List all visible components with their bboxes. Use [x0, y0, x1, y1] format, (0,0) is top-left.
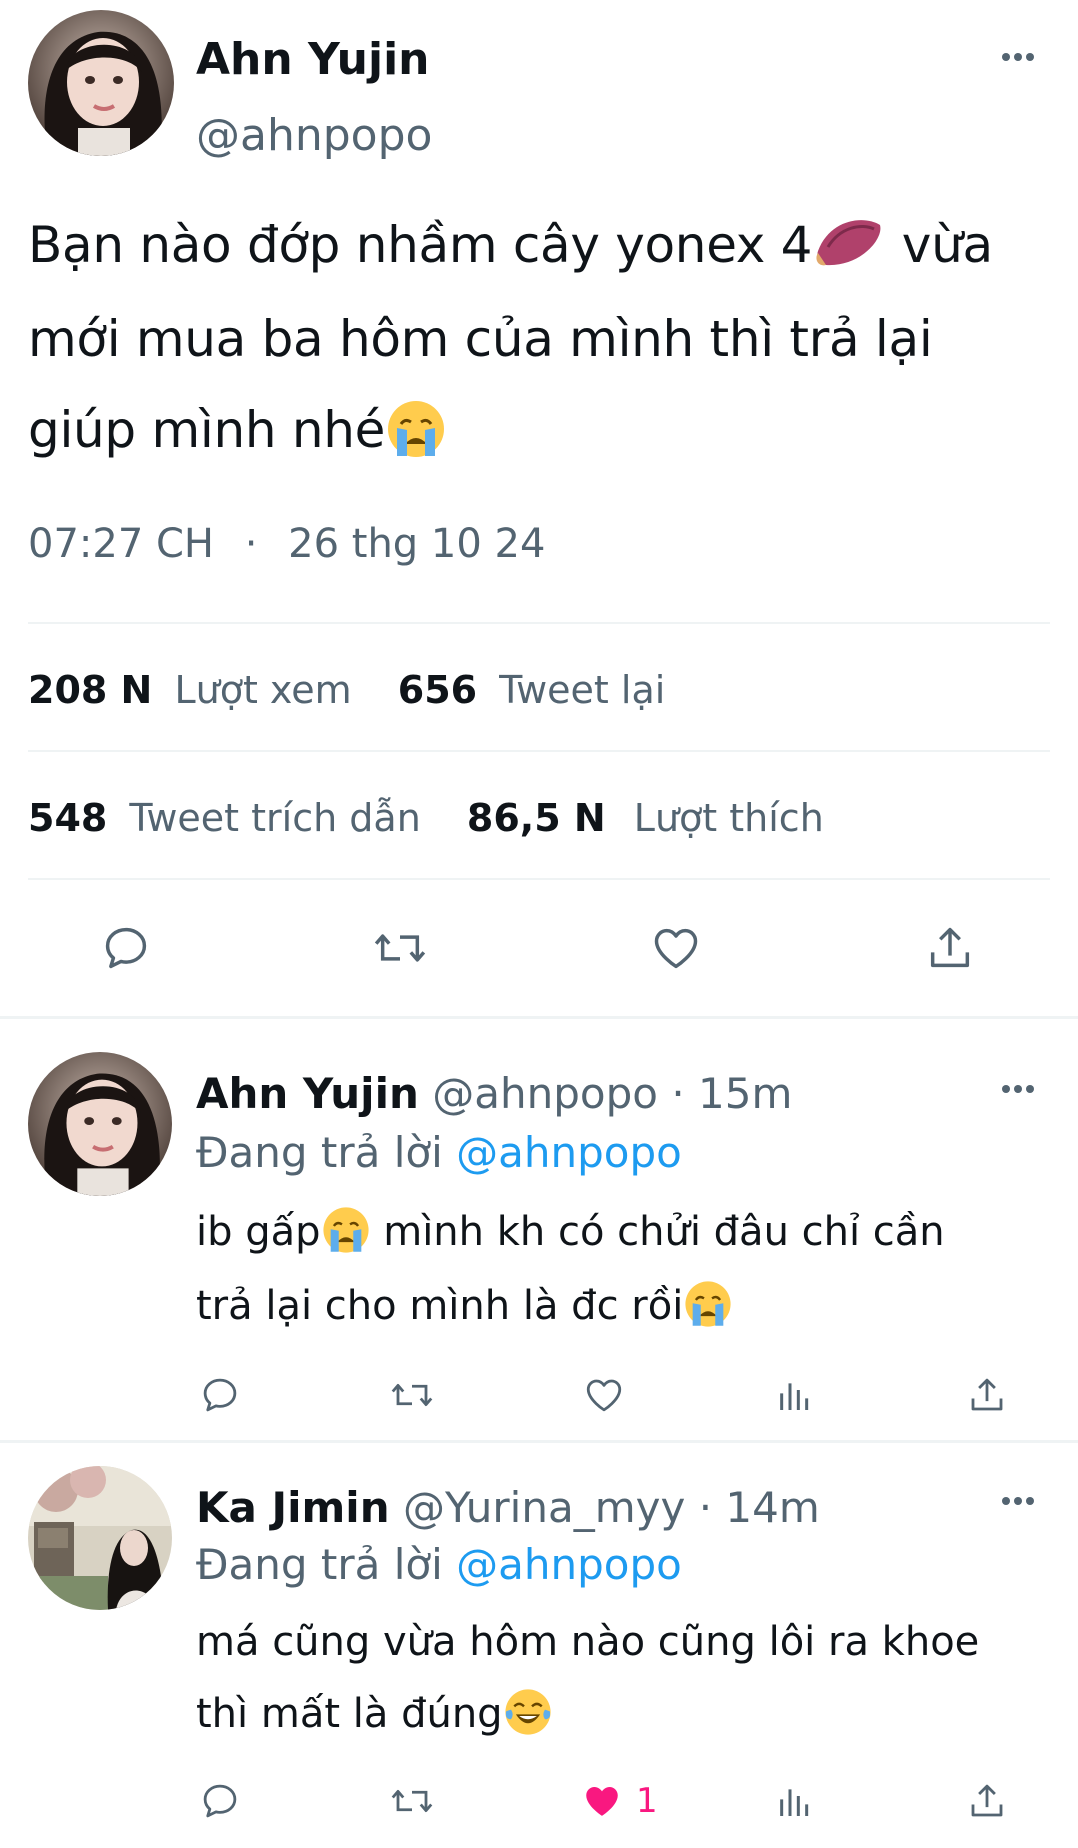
reply-text-line2: thì mất là đúng	[196, 1691, 503, 1737]
share-icon	[971, 1784, 1003, 1817]
analytics-icon	[780, 1383, 809, 1410]
more-icon	[1002, 53, 1034, 61]
stats-row: 548 Tweet trích dẫn 86,5 N Lượt thích	[28, 792, 824, 844]
reply-button[interactable]	[96, 918, 156, 978]
reply-button[interactable]	[196, 1372, 244, 1418]
crying-face-emoji	[321, 1198, 371, 1270]
analytics-icon	[780, 1789, 809, 1816]
divider	[28, 750, 1050, 752]
more-button[interactable]	[998, 1490, 1038, 1512]
reply-line: thì mất là đúng	[196, 1678, 1056, 1752]
reply-icon	[203, 1784, 237, 1818]
avatar[interactable]	[28, 1052, 172, 1196]
reply-text-line2: trả lại cho mình là đc rồi	[196, 1283, 684, 1329]
replying-to-prefix: Đang trả lời	[196, 1540, 443, 1589]
reply-text-line1: má cũng vừa hôm nào cũng lôi ra khoe	[196, 1619, 980, 1665]
heart-icon	[586, 1379, 622, 1412]
reply-text: ib gấp mình kh có chửi đâu chỉ cần trả l…	[196, 1196, 1056, 1344]
tweet-date: 26 thg 10 24	[288, 521, 546, 567]
views-stat[interactable]: 208 N Lượt xem	[28, 668, 364, 712]
views-button[interactable]	[772, 1778, 818, 1824]
tweet-line: giúp mình nhé	[28, 385, 1058, 479]
reply-time[interactable]: · 15m	[671, 1069, 792, 1118]
section-divider	[0, 1016, 1078, 1019]
author-handle[interactable]: @ahnpopo	[432, 1069, 658, 1118]
views-count: 208 N	[28, 668, 153, 712]
share-icon	[971, 1378, 1003, 1411]
likes-count: 86,5 N	[466, 796, 606, 840]
tweet-text-line3: giúp mình nhé	[28, 401, 386, 459]
like-button[interactable]	[646, 918, 706, 978]
divider	[28, 622, 1050, 624]
retweet-button[interactable]	[386, 1372, 438, 1418]
views-button[interactable]	[772, 1372, 818, 1418]
share-button[interactable]	[920, 918, 980, 978]
author-name[interactable]: Ka Jimin	[196, 1483, 390, 1532]
retweet-icon	[391, 1383, 433, 1407]
heart-icon	[654, 928, 698, 969]
crying-face-emoji	[683, 1272, 733, 1344]
separator-dot: ·	[244, 521, 258, 567]
crying-face-emoji	[385, 388, 447, 479]
quotes-stat[interactable]: 548 Tweet trích dẫn	[28, 796, 433, 840]
replying-to-handle[interactable]: @ahnpopo	[456, 1128, 682, 1177]
more-icon	[1002, 1497, 1034, 1505]
avatar[interactable]	[28, 1466, 172, 1610]
share-button[interactable]	[964, 1372, 1010, 1418]
tweet-text: Bạn nào đớp nhầm cây yonex 4 vừa mới mua…	[28, 200, 1058, 479]
reply-header: Ka Jimin @Yurina_myy · 14m	[196, 1478, 820, 1538]
more-button[interactable]	[998, 46, 1038, 68]
reply-text-line1b: mình kh có chửi đâu chỉ cần	[370, 1209, 945, 1255]
reply-text-line1a: ib gấp	[196, 1209, 321, 1255]
tweet-text-line1: Bạn nào đớp nhầm cây yonex 4	[28, 216, 813, 274]
retweets-count: 656	[397, 668, 478, 712]
tweet-time: 07:27 CH	[28, 521, 214, 567]
views-label: Lượt xem	[174, 668, 352, 712]
avatar[interactable]	[28, 10, 174, 156]
author-handle[interactable]: @Yurina_myy	[403, 1483, 685, 1532]
replying-to-handle[interactable]: @ahnpopo	[456, 1540, 682, 1589]
retweet-icon	[391, 1789, 433, 1813]
laughing-tears-emoji	[503, 1680, 553, 1752]
retweet-button[interactable]	[386, 1778, 438, 1824]
replying-to-prefix: Đang trả lời	[196, 1128, 443, 1177]
more-button[interactable]	[998, 1078, 1038, 1100]
reply-line: trả lại cho mình là đc rồi	[196, 1270, 1056, 1344]
author-handle[interactable]: @ahnpopo	[196, 106, 432, 166]
more-icon	[1002, 1085, 1034, 1093]
like-count: 1	[636, 1781, 658, 1821]
share-button[interactable]	[964, 1778, 1010, 1824]
like-button[interactable]: 1	[580, 1778, 670, 1824]
reply-time[interactable]: · 14m	[699, 1483, 820, 1532]
reply-icon	[203, 1378, 237, 1412]
stats-row: 208 N Lượt xem 656 Tweet lại	[28, 664, 665, 716]
tweet-text-line1-end: vừa	[886, 216, 993, 274]
tweet-timestamp[interactable]: 07:27 CH · 26 thg 10 24	[28, 516, 545, 572]
reply-button[interactable]	[196, 1778, 244, 1824]
reply-text: má cũng vừa hôm nào cũng lôi ra khoe thì…	[196, 1606, 1056, 1752]
tweet-line: Bạn nào đớp nhầm cây yonex 4 vừa	[28, 200, 1058, 294]
reply-header: Ahn Yujin @ahnpopo · 15m	[196, 1064, 792, 1124]
share-icon	[930, 927, 970, 968]
replying-to: Đang trả lời @ahnpopo	[196, 1536, 682, 1594]
retweet-icon	[374, 934, 426, 962]
author-name[interactable]: Ahn Yujin	[196, 1069, 419, 1118]
retweets-label: Tweet lại	[499, 668, 666, 712]
replying-to: Đang trả lời @ahnpopo	[196, 1124, 682, 1182]
quotes-count: 548	[28, 796, 108, 840]
reply-line: ib gấp mình kh có chửi đâu chỉ cần	[196, 1196, 1056, 1270]
divider	[28, 878, 1050, 880]
sweet-potato-emoji	[812, 203, 886, 294]
tweet-text-line2: mới mua ba hôm của mình thì trả lại	[28, 310, 933, 368]
reply-icon	[105, 927, 147, 969]
section-divider	[0, 1440, 1078, 1443]
author-name[interactable]: Ahn Yujin	[196, 30, 430, 90]
likes-stat[interactable]: 86,5 N Lượt thích	[467, 796, 824, 840]
heart-icon	[586, 1787, 618, 1816]
likes-label: Lượt thích	[633, 796, 824, 840]
like-button[interactable]	[580, 1372, 628, 1418]
retweet-button[interactable]	[368, 918, 432, 978]
retweets-stat[interactable]: 656 Tweet lại	[398, 668, 666, 712]
quotes-label: Tweet trích dẫn	[129, 796, 421, 840]
